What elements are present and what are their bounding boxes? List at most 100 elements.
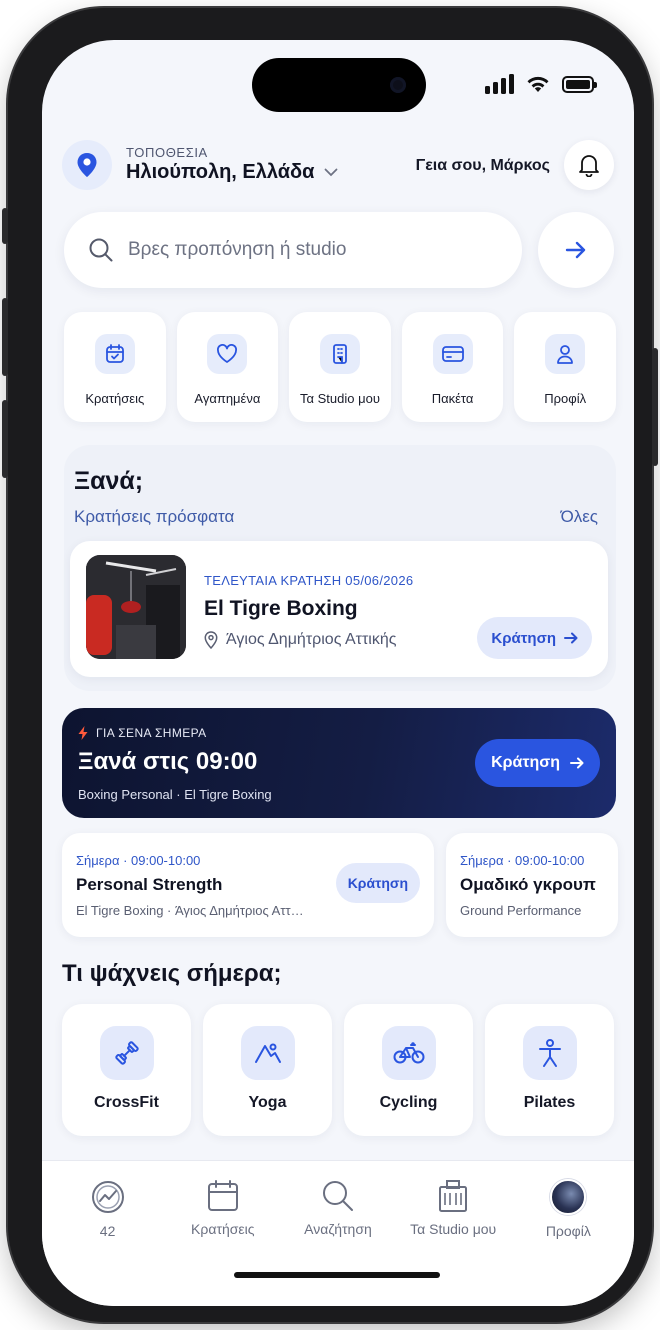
tab-activity[interactable]: 42 [52, 1179, 164, 1239]
tab-my-studios[interactable]: Τα Studio μου [397, 1179, 509, 1239]
lightning-icon [78, 726, 88, 740]
quick-action-my-studios[interactable]: Τα Studio μου [289, 312, 391, 422]
category-crossfit[interactable]: CrossFit [62, 1004, 191, 1136]
location-caption: ΤΟΠΟΘΕΣΙΑ [126, 145, 208, 160]
tab-label: Κρατήσεις [191, 1221, 255, 1237]
session-time: Σήμερα · 09:00-10:00 [460, 853, 585, 868]
greeting-text: Γεια σου, Μάρκος [415, 157, 550, 174]
quick-action-label: Τα Studio μου [300, 391, 380, 406]
tab-label: Τα Studio μου [410, 1221, 497, 1237]
tab-label: Προφίλ [545, 1223, 591, 1239]
mute-switch [2, 208, 8, 244]
bottom-tab-bar: 42 Κρατήσεις Αναζήτηση Τα Studio μου Προ… [42, 1160, 634, 1306]
quick-action-bookings[interactable]: Κρατήσεις [64, 312, 166, 422]
recent-bookings-section: Ξανά; Κρατήσεις πρόσφατα Όλες ΤΕΛΕΥΤΑΙΑ … [64, 445, 616, 691]
studio-location-text: Άγιος Δημήτριος Αττικής [226, 631, 397, 648]
arrow-right-icon [565, 241, 586, 259]
building-icon [319, 334, 360, 374]
tab-search[interactable]: Αναζήτηση [282, 1179, 394, 1239]
chevron-down-icon [325, 168, 338, 177]
recent-booking-card[interactable]: ΤΕΛΕΥΤΑΙΑ ΚΡΑΤΗΣΗ 05/06/2026 El Tigre Bo… [70, 541, 608, 677]
search-bar[interactable] [64, 212, 522, 288]
quick-action-profile[interactable]: Προφίλ [514, 312, 616, 422]
quick-action-label: Προφίλ [544, 391, 587, 406]
banner-subtitle: Boxing Personal · El Tigre Boxing [78, 787, 272, 802]
category-yoga[interactable]: Yoga [203, 1004, 332, 1136]
bell-icon [579, 155, 599, 177]
category-label: Cycling [379, 1094, 438, 1111]
book-again-button[interactable]: Κράτηση [477, 617, 592, 659]
upcoming-sessions-carousel[interactable]: Σήμερα · 09:00-10:00 Personal Strength E… [62, 833, 634, 937]
volume-down-button [2, 400, 8, 478]
dumbbell-icon [99, 1026, 154, 1080]
camera-icon [390, 77, 406, 93]
studio-location: Άγιος Δημήτριος Αττικής [204, 631, 396, 649]
session-title: Ομαδικό γκρουπ [460, 875, 596, 894]
quick-action-label: Πακέτα [431, 391, 474, 406]
heart-icon [207, 334, 248, 374]
home-indicator[interactable] [234, 1272, 440, 1278]
notifications-button[interactable] [564, 140, 614, 190]
quick-action-label: Αγαπημένα [194, 391, 261, 406]
studio-photo [86, 555, 186, 659]
session-book-button[interactable]: Κράτηση [335, 863, 420, 903]
see-all-link[interactable]: Όλες [561, 507, 598, 527]
location-name: Ηλιούπολη, Ελλάδα [126, 161, 315, 183]
session-card[interactable]: Σήμερα · 09:00-10:00 Ομαδικό γκρουπ Grou… [446, 833, 618, 937]
banner-book-label: Κράτηση [491, 754, 560, 771]
building-icon [439, 1180, 468, 1212]
tab-bookings[interactable]: Κρατήσεις [167, 1179, 279, 1239]
banner-title: Ξανά στις 09:00 [78, 748, 258, 775]
banner-book-button[interactable]: Κράτηση [475, 739, 600, 787]
tab-label: Αναζήτηση [304, 1221, 372, 1237]
battery-icon [562, 75, 597, 93]
banner-kicker-text: ΓΙΑ ΣΕΝΑ ΣΗΜΕΡΑ [96, 726, 207, 740]
quick-action-label: Κρατήσεις [85, 391, 145, 406]
status-bar [485, 74, 597, 94]
section-title: Ξανά; [74, 467, 144, 495]
calendar-check-icon [94, 334, 135, 374]
arrow-right-icon [564, 632, 578, 644]
arrow-right-icon [570, 757, 584, 769]
location-selector[interactable]: Ηλιούπολη, Ελλάδα [126, 161, 338, 184]
search-icon [322, 1181, 353, 1211]
category-cycling[interactable]: Cycling [344, 1004, 473, 1136]
session-place: Ground Performance [460, 903, 582, 918]
quick-action-favorites[interactable]: Αγαπημένα [176, 312, 279, 422]
search-input[interactable] [128, 239, 448, 261]
categories-title: Τι ψάχνεις σήμερα; [62, 960, 282, 987]
categories-grid: CrossFit Yoga Cycling Pilates [62, 1004, 614, 1136]
category-label: CrossFit [94, 1094, 159, 1111]
bicycle-icon [381, 1026, 436, 1080]
session-place: El Tigre Boxing · Άγιος Δημήτριος Αττ… [76, 903, 304, 918]
pilates-icon [522, 1026, 577, 1080]
avatar [550, 1179, 587, 1215]
volume-up-button [2, 298, 8, 376]
category-pilates[interactable]: Pilates [485, 1004, 614, 1136]
recommended-banner[interactable]: ΓΙΑ ΣΕΝΑ ΣΗΜΕΡΑ Ξανά στις 09:00 Boxing P… [62, 708, 616, 818]
tab-profile[interactable]: Προφίλ [512, 1179, 624, 1239]
search-icon [89, 238, 113, 262]
banner-kicker: ΓΙΑ ΣΕΝΑ ΣΗΜΕΡΑ [78, 726, 207, 740]
session-card[interactable]: Σήμερα · 09:00-10:00 Personal Strength E… [62, 833, 434, 937]
book-again-label: Κράτηση [491, 629, 556, 647]
app-screen: ΤΟΠΟΘΕΣΙΑ Ηλιούπολη, Ελλάδα Γεια σου, Μά… [42, 40, 634, 1306]
session-time: Σήμερα · 09:00-10:00 [76, 853, 201, 868]
phone-frame: ΤΟΠΟΘΕΣΙΑ Ηλιούπολη, Ελλάδα Γεια σου, Μά… [2, 8, 658, 1322]
search-submit-button[interactable] [538, 212, 614, 288]
location-pin-icon[interactable] [62, 140, 112, 190]
quick-action-packages[interactable]: Πακέτα [401, 312, 504, 422]
yoga-icon [240, 1026, 295, 1080]
session-title: Personal Strength [76, 875, 223, 894]
user-icon [545, 334, 586, 374]
activity-ring-icon [91, 1181, 124, 1213]
section-subtitle: Κρατήσεις πρόσφατα [74, 507, 235, 526]
category-label: Pilates [523, 1094, 576, 1111]
power-button [652, 348, 658, 466]
tab-label: 42 [99, 1223, 116, 1239]
map-pin-icon [204, 631, 218, 649]
category-label: Yoga [248, 1094, 287, 1111]
signal-icon [485, 74, 514, 94]
calendar-icon [207, 1180, 238, 1211]
quick-actions: Κρατήσεις Αγαπημένα Τα Studio μου Πακέτα [64, 312, 616, 422]
